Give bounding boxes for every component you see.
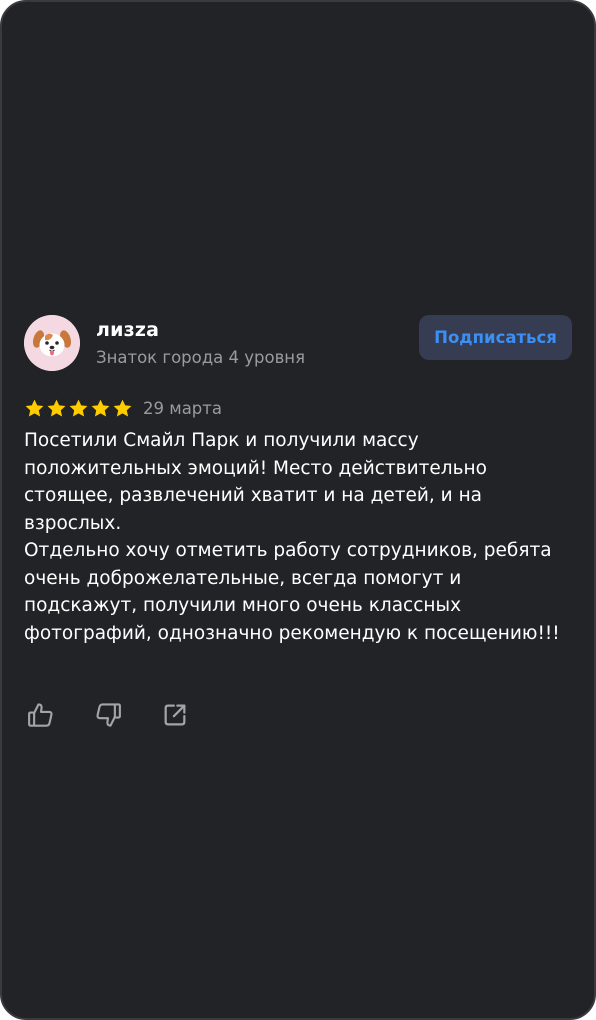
puppy-avatar-icon: [24, 315, 80, 371]
star-icon: [90, 398, 111, 419]
share-icon: [164, 704, 186, 726]
review-paragraph: Отдельно хочу отметить работу сотруднико…: [24, 540, 560, 644]
review-header: лизza Знаток города 4 уровня Подписаться: [24, 315, 572, 371]
author-name[interactable]: лизza: [96, 319, 159, 341]
thumbs-down-icon: [96, 703, 121, 727]
review-paragraph: Посетили Смайл Парк и получили массу пол…: [24, 430, 487, 534]
avatar[interactable]: [24, 315, 80, 371]
author-rank: Знаток города 4 уровня: [96, 348, 306, 367]
star-icon: [46, 398, 67, 419]
like-button[interactable]: [24, 698, 58, 732]
rating-row: 29 марта: [24, 396, 222, 420]
thumbs-up-icon: [28, 703, 53, 727]
review-text: Посетили Смайл Парк и получили массу пол…: [24, 427, 574, 647]
subscribe-button[interactable]: Подписаться: [419, 315, 572, 360]
dislike-button[interactable]: [91, 698, 125, 732]
share-button[interactable]: [158, 698, 192, 732]
star-icon: [68, 398, 89, 419]
review-card: лизza Знаток города 4 уровня Подписаться…: [0, 0, 596, 1020]
star-icon: [24, 398, 45, 419]
review-date: 29 марта: [143, 398, 222, 418]
star-rating: [24, 398, 133, 419]
star-icon: [112, 398, 133, 419]
